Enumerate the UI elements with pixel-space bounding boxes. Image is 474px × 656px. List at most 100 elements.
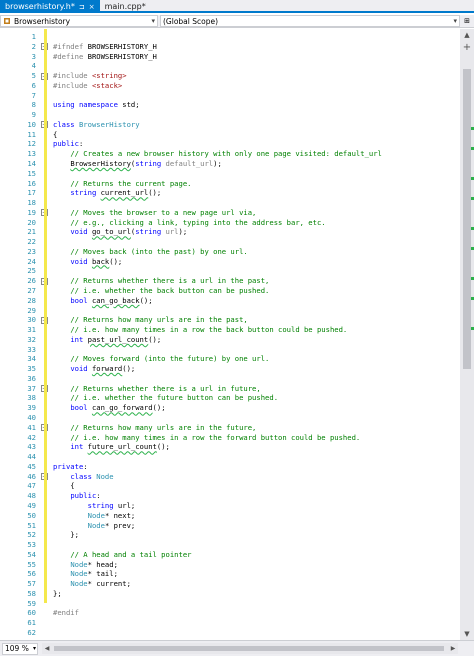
line-number: 51 bbox=[27, 520, 36, 530]
scroll-up-icon[interactable]: ▲ bbox=[460, 29, 474, 41]
scroll-left-icon[interactable]: ◀ bbox=[42, 643, 52, 654]
code-line[interactable]: public: bbox=[53, 139, 83, 149]
code-token: BrowserHistory bbox=[78, 119, 140, 129]
code-line[interactable]: Node* prev; bbox=[53, 521, 136, 531]
code-line[interactable]: #define BROWSERHISTORY_H bbox=[53, 52, 157, 62]
line-number: 60 bbox=[27, 608, 36, 618]
code-token: private bbox=[53, 461, 84, 471]
line-number: 61 bbox=[27, 618, 36, 628]
code-token: ); bbox=[213, 159, 222, 168]
code-line[interactable]: // Moves back (into the past) by one url… bbox=[53, 246, 248, 257]
code-line[interactable]: // Moves forward (into the future) by on… bbox=[53, 354, 269, 364]
code-token: string bbox=[135, 227, 166, 237]
code-token: #define bbox=[53, 51, 88, 61]
code-line[interactable]: bool can_go_forward(); bbox=[53, 403, 166, 413]
code-line[interactable]: private: bbox=[53, 462, 88, 472]
code-token: (); bbox=[156, 442, 170, 452]
horizontal-scroll-thumb[interactable] bbox=[54, 646, 444, 651]
code-token: void bbox=[70, 364, 92, 374]
code-token: using namespace bbox=[53, 100, 123, 110]
code-token: #ifndef bbox=[53, 41, 88, 51]
code-line[interactable]: // Returns how many urls are in the past… bbox=[53, 315, 247, 325]
code-line[interactable]: // e.g., clicking a link, typing into th… bbox=[53, 218, 325, 228]
code-line[interactable]: BrowserHistory(string default_url); bbox=[53, 159, 222, 169]
tab-browserhistory-h[interactable]: browserhistory.h* ⊐ × bbox=[0, 0, 100, 13]
code-token: { bbox=[53, 481, 75, 491]
code-line[interactable]: #ifndef BROWSERHISTORY_H bbox=[53, 42, 157, 52]
code-line[interactable]: // i.e. how many times in a row the back… bbox=[53, 325, 347, 335]
code-line[interactable]: // i.e. how many times in a row the forw… bbox=[53, 433, 360, 443]
code-line[interactable]: Node* current; bbox=[53, 579, 131, 589]
code-line[interactable]: Node* head; bbox=[53, 560, 118, 570]
code-token: }; bbox=[53, 588, 62, 598]
code-line[interactable]: string url; bbox=[53, 500, 136, 511]
pin-icon[interactable]: ⊐ bbox=[79, 3, 85, 11]
code-token: go_to_url bbox=[91, 227, 131, 237]
code-line[interactable]: string current_url(); bbox=[53, 188, 161, 198]
code-token: std; bbox=[122, 100, 140, 110]
code-editor[interactable]: 1 2 3 4 5 6 7 8 9 10 11 12 13 14 15 16 17 18 19 20 21 22 23 24 2… bbox=[0, 29, 474, 640]
code-line[interactable]: int future_url_count(); bbox=[53, 442, 170, 452]
code-line[interactable]: class BrowserHistory bbox=[53, 120, 140, 130]
code-line[interactable]: #include <stack> bbox=[53, 81, 122, 91]
code-line[interactable]: { bbox=[53, 130, 57, 140]
code-line[interactable]: // i.e. whether the future button can be… bbox=[53, 393, 278, 403]
split-window-icon[interactable]: ⊞ bbox=[460, 15, 474, 27]
code-line[interactable]: void go_to_url(string url); bbox=[53, 227, 187, 237]
class-icon bbox=[4, 18, 10, 24]
code-token: // Moves back (into the past) by one url… bbox=[70, 246, 248, 256]
zoom-dropdown[interactable]: 109 % ▾ bbox=[2, 642, 38, 655]
code-token: ); bbox=[178, 227, 188, 237]
code-line[interactable]: // Returns the current page. bbox=[53, 179, 191, 189]
code-line[interactable]: class Node bbox=[53, 472, 113, 482]
scroll-down-icon[interactable]: ▼ bbox=[460, 628, 474, 640]
code-line[interactable]: #endif bbox=[53, 608, 79, 618]
split-plus-icon[interactable]: + bbox=[460, 42, 474, 54]
line-number: 14 bbox=[27, 159, 36, 168]
close-icon[interactable]: × bbox=[89, 3, 95, 11]
line-number: 19 bbox=[27, 207, 36, 217]
code-line[interactable]: using namespace std; bbox=[53, 100, 140, 110]
code-line[interactable]: // A head and a tail pointer bbox=[53, 550, 191, 560]
code-token: : bbox=[83, 461, 88, 471]
scroll-thumb[interactable] bbox=[463, 69, 471, 369]
code-line[interactable]: }; bbox=[53, 530, 79, 540]
line-number: 44 bbox=[27, 452, 36, 462]
code-token: // Moves the browser to a new page url v… bbox=[70, 207, 257, 217]
code-line[interactable]: // Creates a new browser history with on… bbox=[53, 149, 382, 159]
code-line[interactable]: // Returns how many urls are in the futu… bbox=[53, 423, 256, 433]
code-token: * head; bbox=[87, 559, 118, 569]
code-line[interactable]: // Returns whether there is a url in fut… bbox=[53, 384, 260, 394]
tab-main-cpp[interactable]: main.cpp* bbox=[100, 0, 151, 13]
horizontal-scrollbar[interactable]: ◀ ▶ bbox=[42, 643, 458, 654]
member-scope-dropdown[interactable]: (Global Scope) ▾ bbox=[160, 15, 460, 27]
line-number: 29 bbox=[27, 305, 36, 315]
code-token: string bbox=[87, 500, 118, 510]
vertical-scrollbar[interactable]: ▲ + ▼ bbox=[460, 29, 474, 640]
code-line[interactable]: // i.e. whether the back button can be p… bbox=[53, 286, 269, 296]
code-line[interactable]: }; bbox=[53, 589, 62, 599]
code-token: Node bbox=[70, 579, 88, 589]
code-line[interactable]: bool can_go_back(); bbox=[53, 296, 152, 306]
code-line[interactable]: // Moves the browser to a new page url v… bbox=[53, 208, 256, 218]
code-line[interactable]: // Returns whether there is a url in the… bbox=[53, 276, 269, 286]
line-number: 30 bbox=[27, 315, 36, 325]
line-number: 2 bbox=[31, 41, 36, 51]
code-line[interactable]: int past_url_count(); bbox=[53, 335, 161, 345]
code-token: * current; bbox=[87, 579, 131, 589]
line-number-gutter: 1 2 3 4 5 6 7 8 9 10 11 12 13 14 15 16 17 18 19 20 21 22 23 24 2… bbox=[0, 29, 40, 640]
code-line[interactable]: Node* tail; bbox=[53, 569, 118, 579]
code-line[interactable]: { bbox=[53, 481, 75, 491]
code-text-area[interactable]: #ifndef BROWSERHISTORY_H #define BROWSERH… bbox=[53, 29, 458, 640]
scroll-right-icon[interactable]: ▶ bbox=[448, 643, 458, 654]
code-line[interactable]: void forward(); bbox=[53, 364, 135, 374]
code-line[interactable]: void back(); bbox=[53, 257, 122, 267]
code-line[interactable]: Node* next; bbox=[53, 511, 136, 521]
code-line[interactable]: #include <string> bbox=[53, 71, 127, 81]
code-line[interactable]: public: bbox=[53, 491, 100, 501]
class-scope-dropdown[interactable]: Browserhistory ▾ bbox=[0, 15, 158, 27]
code-token: (); bbox=[152, 403, 166, 413]
code-token: string bbox=[70, 188, 101, 198]
